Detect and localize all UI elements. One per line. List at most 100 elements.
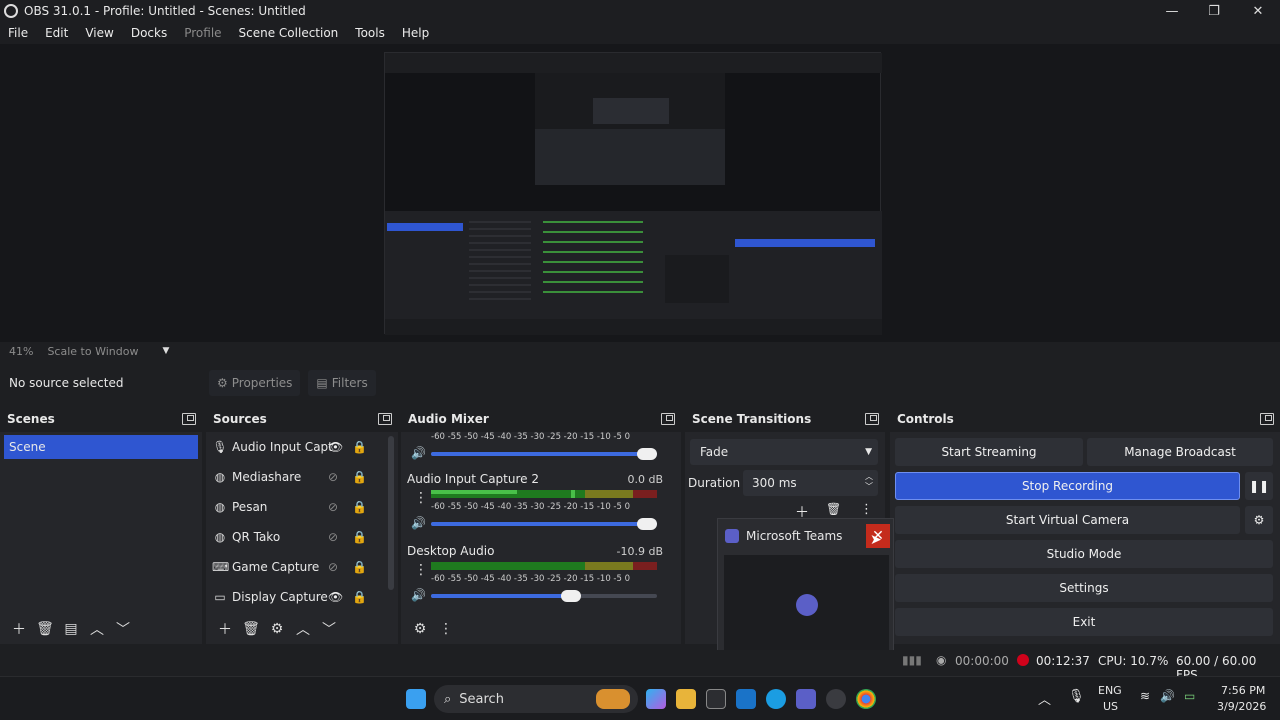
move-down-button[interactable]: ﹀: [110, 616, 136, 642]
start-virtual-camera-button[interactable]: Start Virtual Camera: [895, 506, 1240, 534]
outlook-icon[interactable]: [736, 689, 756, 709]
stop-recording-button[interactable]: Stop Recording: [895, 472, 1240, 500]
mixer-settings-icon[interactable]: ⚙: [407, 616, 433, 642]
teams-popup[interactable]: Microsoft Teams ✕: [717, 518, 894, 660]
menu-edit[interactable]: Edit: [45, 26, 68, 40]
source-item[interactable]: 🎙 Audio Input Capt 👁 🔒: [206, 432, 398, 462]
remove-source-button[interactable]: 🗑: [238, 616, 264, 642]
speaker-icon[interactable]: 🔊: [411, 516, 426, 530]
scene-filters-button[interactable]: ▤: [58, 616, 84, 642]
scale-mode-select[interactable]: Scale to Window: [47, 345, 138, 358]
eye-icon[interactable]: 👁: [328, 590, 343, 604]
undock-icon[interactable]: [1260, 413, 1274, 425]
manage-broadcast-button[interactable]: Manage Broadcast: [1087, 438, 1273, 466]
teams-taskbar-icon[interactable]: [796, 689, 816, 709]
eye-hidden-icon[interactable]: ⊘: [328, 470, 338, 484]
transition-menu-icon[interactable]: ⋮: [860, 502, 873, 517]
menu-help[interactable]: Help: [402, 26, 429, 40]
channel-db: 0.0 dB: [627, 473, 663, 486]
clock-time[interactable]: 7:56 PM: [1221, 684, 1265, 697]
source-item[interactable]: ◍ Pesan ⊘ 🔒: [206, 492, 398, 522]
eye-hidden-icon[interactable]: ⊘: [328, 500, 338, 514]
copilot-icon[interactable]: [646, 689, 666, 709]
menu-scene-collection[interactable]: Scene Collection: [239, 26, 339, 40]
add-scene-button[interactable]: ＋: [6, 616, 32, 642]
search-label: Search: [459, 691, 504, 707]
eye-hidden-icon[interactable]: ⊘: [328, 560, 338, 574]
volume-slider[interactable]: [431, 448, 657, 460]
sources-scrollbar[interactable]: [388, 436, 394, 590]
region-label[interactable]: US: [1103, 700, 1118, 713]
menu-tools[interactable]: Tools: [355, 26, 385, 40]
duration-spinbox[interactable]: 300 ms ︿ ﹀: [743, 470, 878, 496]
transition-select[interactable]: Fade ▼: [690, 439, 878, 465]
menu-profile[interactable]: Profile: [184, 26, 221, 40]
chrome-icon[interactable]: [856, 689, 876, 709]
tray-chevron-icon[interactable]: ︿: [1038, 689, 1051, 708]
mixer-menu-icon[interactable]: ⋮: [433, 616, 459, 642]
menu-docks[interactable]: Docks: [131, 26, 167, 40]
menu-file[interactable]: File: [8, 26, 28, 40]
globe-icon: ◍: [214, 500, 226, 514]
undock-icon[interactable]: [182, 413, 196, 425]
minimize-button[interactable]: —: [1150, 0, 1194, 22]
teams-preview[interactable]: [724, 555, 889, 655]
wifi-icon[interactable]: ≋: [1140, 689, 1150, 703]
more-options-icon[interactable]: ⋮: [414, 490, 428, 506]
settings-button[interactable]: Settings: [895, 574, 1273, 602]
move-up-button[interactable]: ︿: [290, 616, 316, 642]
source-item[interactable]: ◍ QR Tako ⊘ 🔒: [206, 522, 398, 552]
lock-icon[interactable]: 🔒: [352, 560, 367, 574]
source-settings-button[interactable]: ⚙: [264, 616, 290, 642]
file-explorer-icon[interactable]: [676, 689, 696, 709]
microphone-icon[interactable]: 🎙: [1068, 689, 1085, 704]
properties-button[interactable]: ⚙ Properties: [209, 370, 301, 396]
eye-hidden-icon[interactable]: ⊘: [328, 530, 338, 544]
lock-icon[interactable]: 🔒: [352, 470, 367, 484]
edge-icon[interactable]: [766, 689, 786, 709]
program-preview[interactable]: [384, 52, 882, 335]
undock-icon[interactable]: [378, 413, 392, 425]
lock-icon[interactable]: 🔒: [352, 530, 367, 544]
virtual-camera-settings-button[interactable]: ⚙: [1245, 506, 1273, 534]
studio-mode-button[interactable]: Studio Mode: [895, 540, 1273, 568]
source-item[interactable]: ▭ Display Capture 👁 🔒: [206, 582, 398, 612]
source-item[interactable]: ◍ Mediashare ⊘ 🔒: [206, 462, 398, 492]
chevron-down-icon[interactable]: ▼: [162, 346, 169, 356]
level-meter: [431, 490, 657, 498]
undock-icon[interactable]: [865, 413, 879, 425]
lock-icon[interactable]: 🔒: [352, 590, 367, 604]
remove-transition-button[interactable]: 🗑: [826, 502, 841, 516]
filters-button[interactable]: ▤ Filters: [308, 370, 376, 396]
volume-slider[interactable]: [431, 518, 657, 530]
menu-view[interactable]: View: [85, 26, 113, 40]
start-windows-icon[interactable]: [406, 689, 426, 709]
speaker-icon[interactable]: 🔊: [411, 446, 426, 460]
eye-icon[interactable]: 👁: [328, 440, 343, 454]
clock-date[interactable]: 3/9/2026: [1217, 700, 1266, 713]
undock-icon[interactable]: [661, 413, 675, 425]
remove-scene-button[interactable]: 🗑: [32, 616, 58, 642]
lock-icon[interactable]: 🔒: [352, 440, 367, 454]
spin-arrows-icon[interactable]: ︿ ﹀: [865, 472, 873, 492]
move-down-button[interactable]: ﹀: [316, 616, 342, 642]
maximize-button[interactable]: ❐: [1192, 0, 1236, 22]
add-source-button[interactable]: ＋: [212, 616, 238, 642]
obs-taskbar-icon[interactable]: [826, 689, 846, 709]
volume-icon[interactable]: 🔊: [1160, 689, 1175, 703]
store-icon[interactable]: [706, 689, 726, 709]
volume-slider[interactable]: [431, 590, 657, 602]
battery-icon[interactable]: ▭: [1184, 689, 1195, 703]
lock-icon[interactable]: 🔒: [352, 500, 367, 514]
scene-item[interactable]: Scene: [4, 435, 198, 459]
more-options-icon[interactable]: ⋮: [414, 562, 428, 578]
close-window-button[interactable]: ✕: [1236, 0, 1280, 22]
move-up-button[interactable]: ︿: [84, 616, 110, 642]
pause-recording-button[interactable]: ❚❚: [1245, 472, 1273, 500]
speaker-icon[interactable]: 🔊: [411, 588, 426, 602]
exit-button[interactable]: Exit: [895, 608, 1273, 636]
source-item[interactable]: ⌨ Game Capture ⊘ 🔒: [206, 552, 398, 582]
taskbar-search[interactable]: ⌕ Search: [434, 685, 638, 713]
language-label[interactable]: ENG: [1098, 684, 1122, 697]
start-streaming-button[interactable]: Start Streaming: [895, 438, 1083, 466]
